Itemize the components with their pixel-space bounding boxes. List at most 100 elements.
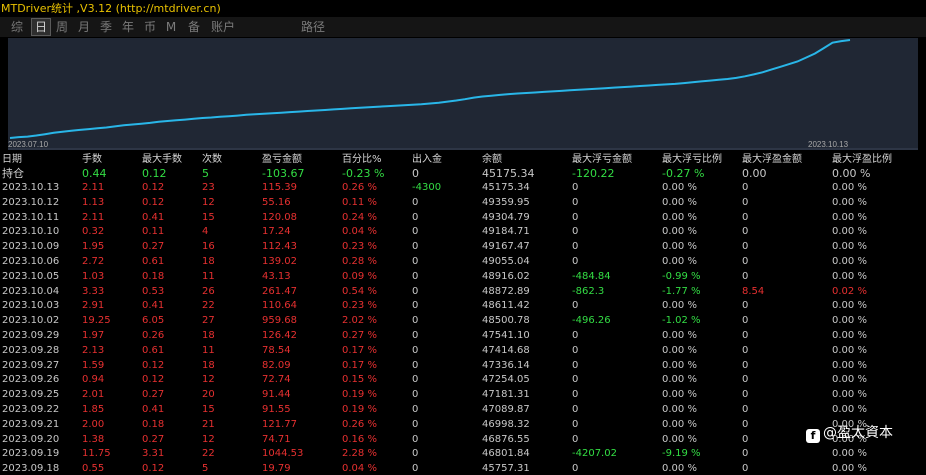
cell-最大浮盈比例: 0.00 % [832,404,867,415]
tab-7[interactable]: M [164,19,178,35]
cell-日期: 2023.10.04 [2,285,60,297]
tab-3[interactable]: 月 [75,19,93,35]
cell-最大浮盈比例: 0.00 % [832,256,867,267]
cell-出入金: 0 [412,330,419,341]
cell-手数: 2.13 [82,344,105,356]
cell-日期: 2023.09.20 [2,433,60,445]
cell-最大手数: 0.11 [142,226,165,238]
tab-9[interactable]: 账户 [209,19,237,35]
cell-次数: 15 [202,211,215,223]
cell-手数: 2.91 [82,300,105,312]
cell-出入金: 0 [412,374,419,386]
cell-次数: 23 [202,182,215,193]
cell-最大浮盈金额: 0 [742,330,749,341]
cell-最大浮盈比例: 0.00 % [832,315,867,327]
cell-最大浮亏比例: -1.77 % [662,285,701,297]
cell-最大浮亏金额: 0 [572,211,579,223]
cell-最大浮亏比例: 0.00 % [662,389,697,401]
cell-百分比%: 0.16 % [342,433,377,445]
watermark-text: @盈太資本 [823,425,893,441]
cell-最大浮盈金额: 0.00 [742,167,767,180]
tab-4[interactable]: 季 [97,19,115,35]
cell-次数: 5 [202,167,209,180]
cell-最大浮盈金额: 0 [742,404,749,415]
cell-百分比%: 0.54 % [342,285,377,297]
cell-最大手数: 6.05 [142,315,165,327]
cell-日期: 2023.09.28 [2,344,60,356]
tab-6[interactable]: 币 [141,19,159,35]
cell-最大浮亏比例: 0.00 % [662,374,697,386]
cell-最大手数: 0.18 [142,270,165,282]
cell-余额: 48872.89 [482,285,530,297]
cell-百分比%: 0.23 % [342,241,377,253]
chart-start-date: 2023.07.10 [8,140,49,149]
tab-8[interactable]: 备 [185,19,203,35]
cell-盈亏金额: 19.79 [262,463,291,475]
cell-次数: 12 [202,196,215,208]
cell-最大浮盈比例: 0.00 % [832,344,867,356]
cell-余额: 48916.02 [482,270,530,282]
cell-盈亏金额: 110.64 [262,300,297,312]
table-row: 2023.09.28 2.13 0.61 11 78.54 0.17 % 0 47414.68… [0,344,926,357]
table-row: 2023.09.26 0.94 0.12 12 72.74 0.15 % 0 47254.05… [0,373,926,386]
cell-最大浮亏金额: 0 [572,256,579,267]
cell-次数: 22 [202,448,215,460]
table-row: 2023.09.27 1.59 0.12 18 82.09 0.17 % 0 47336.14… [0,359,926,372]
cell-最大手数: 0.41 [142,300,165,312]
cell-日期: 2023.09.29 [2,330,60,341]
balance-line [9,39,851,139]
table-row: 2023.10.13 2.11 0.12 23 115.39 0.26 % -4300 451… [0,181,926,194]
cell-最大浮盈金额: 0 [742,182,749,193]
cell-百分比%: -0.23 % [342,167,385,180]
cell-日期: 2023.10.09 [2,241,60,253]
cell-最大浮盈金额: 0 [742,344,749,356]
cell-最大浮盈金额: 0 [742,241,749,253]
cell-盈亏金额: 120.08 [262,211,297,223]
cell-最大浮亏比例: 0.00 % [662,226,697,238]
cell-手数: 1.38 [82,433,105,445]
holding-row: 持仓 0.44 0.12 5 -103.67 -0.23 % 0 45175.34 -120.2… [0,167,926,180]
cell-余额: 46876.55 [482,433,530,445]
cell-盈亏金额: 115.39 [262,182,297,193]
cell-手数: 2.01 [82,389,105,401]
cell-最大浮亏金额: 0 [572,418,579,430]
cell-日期: 2023.10.06 [2,256,60,267]
social-logo-icon: f [806,429,820,443]
cell-余额: 47541.10 [482,330,530,341]
cell-最大手数: 0.41 [142,404,165,415]
cell-次数: 18 [202,359,215,371]
period-tabs: 综日周月季年币 M 备账户 路径 [0,17,926,37]
cell-手数: 1.59 [82,359,105,371]
cell-最大手数: 0.27 [142,241,165,253]
cell-百分比%: 0.24 % [342,211,377,223]
cell-盈亏金额: 17.24 [262,226,291,238]
cell-最大浮亏金额: 0 [572,433,579,445]
cell-次数: 12 [202,374,215,386]
cell-最大浮盈金额: 0 [742,315,749,327]
cell-最大浮亏比例: -0.99 % [662,270,701,282]
cell-百分比%: 0.19 % [342,389,377,401]
cell-百分比%: 0.27 % [342,330,377,341]
cell-最大手数: 0.12 [142,374,165,386]
cell-最大手数: 0.26 [142,330,165,341]
table-row: 2023.09.18 0.55 0.12 5 19.79 0.04 % 0 45757.31 0… [0,462,926,475]
cell-日期: 2023.09.26 [2,374,60,386]
cell-出入金: 0 [412,167,419,180]
cell-次数: 27 [202,315,215,327]
cell-最大浮亏金额: -4207.02 [572,448,617,460]
cell-最大手数: 0.41 [142,211,165,223]
cell-最大浮盈比例: 0.00 % [832,241,867,253]
cell-盈亏金额: 盈亏金额 [262,154,302,165]
tab-0[interactable]: 综 [8,19,26,35]
tab-route[interactable]: 路径 [300,19,326,35]
cell-最大浮盈比例: 0.00 % [832,448,867,460]
cell-最大浮亏金额: -496.26 [572,315,611,327]
cell-次数: 26 [202,285,215,297]
tab-5[interactable]: 年 [119,19,137,35]
cell-出入金: 0 [412,211,419,223]
cell-最大浮亏金额: 0 [572,241,579,253]
tab-2[interactable]: 周 [53,19,71,35]
tab-1[interactable]: 日 [31,18,51,36]
cell-最大浮盈比例: 最大浮盈比例 [832,154,892,165]
table-row: 2023.09.21 2.00 0.18 21 121.77 0.26 % 0 46998.3… [0,418,926,431]
